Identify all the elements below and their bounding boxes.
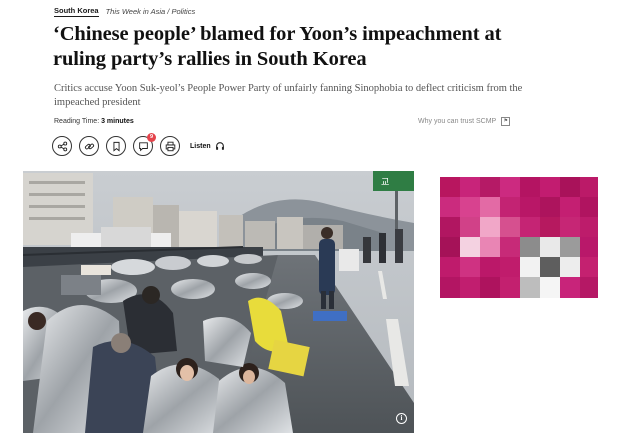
advertisement-placeholder[interactable]: [440, 177, 598, 298]
breadcrumb: South Korea This Week in Asia / Politics: [54, 4, 195, 18]
reading-time-value: 3 minutes: [101, 118, 134, 125]
listen-label[interactable]: Listen: [190, 143, 211, 150]
rally-photo: 교: [23, 171, 414, 433]
flag-icon: ⚑: [501, 117, 511, 126]
breadcrumb-section-link[interactable]: South Korea: [54, 6, 99, 17]
pixelated-ad-image: [440, 177, 598, 298]
article-standfirst: Critics accuse Yoon Suk-yeol’s People Po…: [54, 83, 523, 108]
bookmark-button[interactable]: [106, 136, 126, 156]
article-actions: 9 Listen: [52, 133, 225, 156]
comment-count-badge: 9: [147, 133, 156, 142]
share-icon: [57, 141, 67, 151]
comment-icon: [138, 141, 148, 151]
listen-button[interactable]: Listen: [190, 141, 225, 151]
link-icon: [84, 143, 94, 149]
article-hero-image[interactable]: 교 i: [23, 171, 414, 433]
print-icon: [165, 141, 175, 151]
headphones-icon: [215, 142, 224, 150]
comments-button[interactable]: 9: [133, 133, 156, 156]
trust-link[interactable]: Why you can trust SCMP ⚑: [418, 117, 511, 126]
bookmark-icon: [112, 141, 120, 152]
info-icon[interactable]: i: [396, 413, 407, 424]
share-button[interactable]: [52, 136, 72, 156]
street-sign: 교: [381, 178, 389, 188]
copy-link-button[interactable]: [79, 136, 99, 156]
reading-time: Reading Time: 3 minutes: [54, 118, 134, 125]
breadcrumb-subsection-link[interactable]: This Week in Asia / Politics: [106, 7, 196, 16]
trust-link-label[interactable]: Why you can trust SCMP: [418, 118, 496, 125]
print-button[interactable]: [160, 136, 180, 156]
article-headline: ‘Chinese people’ blamed for Yoon’s impea…: [53, 23, 502, 70]
reading-time-label: Reading Time:: [54, 118, 100, 125]
